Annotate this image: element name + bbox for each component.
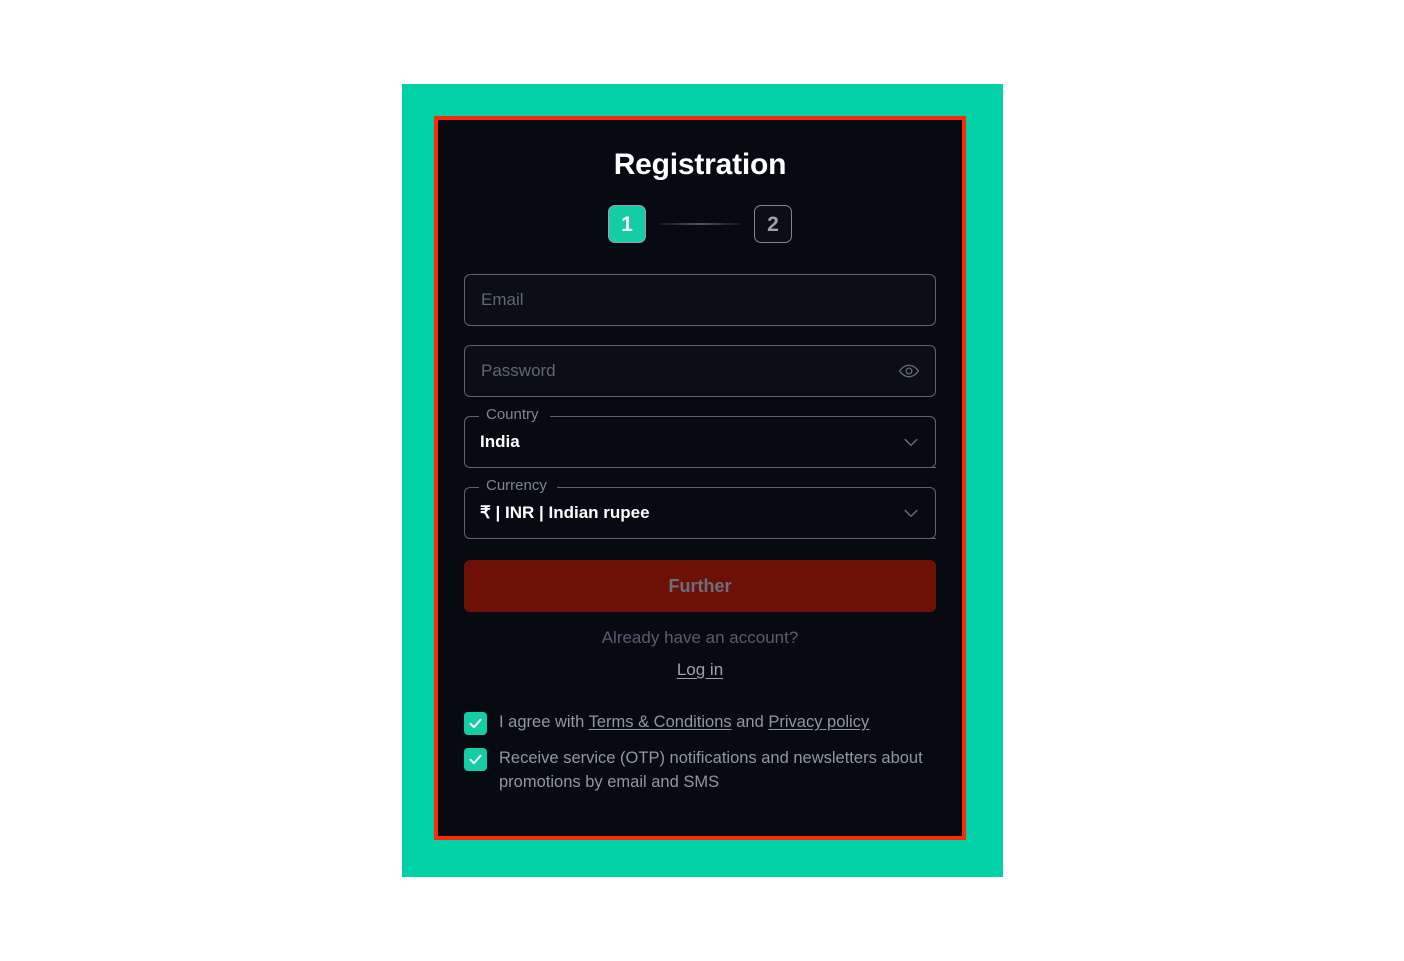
page-title: Registration: [613, 148, 787, 181]
chevron-down-icon[interactable]: [900, 431, 922, 453]
consent-group: I agree with Terms & Conditions and Priv…: [464, 711, 936, 794]
chevron-down-icon[interactable]: [900, 502, 922, 524]
login-link[interactable]: Log in: [677, 660, 723, 679]
privacy-policy-link[interactable]: Privacy policy: [768, 713, 869, 731]
password-field[interactable]: Password: [464, 345, 936, 397]
terms-checkbox[interactable]: [464, 712, 487, 735]
stepper-step-1[interactable]: 1: [608, 205, 646, 243]
country-select-label: Country: [481, 407, 544, 422]
eye-icon[interactable]: [897, 359, 921, 383]
stepper-step-1-label: 1: [621, 212, 633, 236]
marketing-consent-row: Receive service (OTP) notifications and …: [464, 747, 936, 794]
marketing-consent-text: Receive service (OTP) notifications and …: [499, 749, 923, 791]
country-select-outline: [464, 416, 936, 468]
registration-stepper: 1 2: [464, 205, 936, 243]
login-link-container: Log in: [464, 660, 936, 680]
terms-consent-text: I agree with Terms & Conditions and Priv…: [499, 711, 869, 735]
already-have-account-text: Already have an account?: [601, 628, 799, 647]
marketing-checkbox[interactable]: [464, 748, 487, 771]
terms-consent-prefix: I agree with: [499, 713, 589, 731]
terms-consent-middle: and: [731, 713, 769, 731]
currency-select-value: ₹ | INR | Indian rupee: [480, 503, 650, 522]
registration-card-inner: Registration 1 2 Email Password Country …: [438, 120, 962, 836]
terms-consent-row: I agree with Terms & Conditions and Priv…: [464, 711, 936, 735]
stepper-step-2[interactable]: 2: [754, 205, 792, 243]
password-placeholder: Password: [481, 361, 556, 380]
screen-root: Registration 1 2 Email Password Country …: [0, 0, 1404, 961]
email-placeholder: Email: [481, 290, 524, 309]
further-button[interactable]: Further: [464, 560, 936, 612]
terms-and-conditions-link[interactable]: Terms & Conditions: [589, 713, 732, 731]
email-field[interactable]: Email: [464, 274, 936, 326]
stepper-connector: [659, 223, 741, 225]
currency-select-label: Currency: [481, 478, 552, 493]
country-select[interactable]: Country India: [464, 407, 936, 468]
registration-card: Registration 1 2 Email Password Country …: [434, 116, 966, 840]
country-select-value: India: [480, 432, 520, 451]
currency-select[interactable]: Currency ₹ | INR | Indian rupee: [464, 478, 936, 539]
stepper-step-2-label: 2: [767, 212, 779, 236]
